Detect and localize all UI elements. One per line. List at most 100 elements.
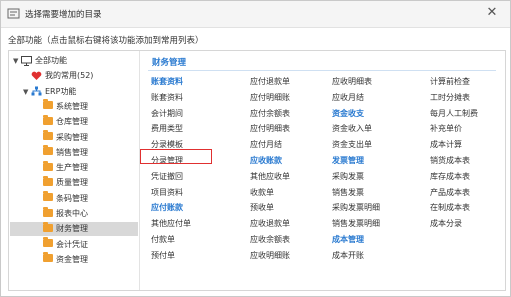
function-item[interactable]: 应付退款单 xyxy=(250,75,290,89)
tree-node-label: 财务管理 xyxy=(56,224,88,234)
function-item[interactable]: 成本计算 xyxy=(430,138,462,152)
function-item[interactable]: 应收明细表 xyxy=(332,75,372,89)
tree-node-module[interactable]: 生产管理 xyxy=(35,160,88,175)
expand-toggle-icon[interactable]: ▼ xyxy=(13,54,21,68)
tree-node-module[interactable]: 财务管理 xyxy=(35,221,88,236)
tree-node-label: 条码管理 xyxy=(56,193,88,203)
monitor-icon xyxy=(21,55,32,66)
function-item[interactable]: 销售发票明细 xyxy=(332,217,380,231)
function-item[interactable]: 销货成本表 xyxy=(430,154,470,168)
dialog-window: 选择需要增加的目录 ✕ 全部功能（点击鼠标右键将该功能添加到常用列表） ▼ 全部功… xyxy=(0,0,511,297)
folder-icon xyxy=(43,206,53,217)
function-item[interactable]: 费用类型 xyxy=(151,122,183,136)
function-item[interactable]: 账套资料 xyxy=(151,91,183,105)
tree-node-label: 报表中心 xyxy=(56,209,88,218)
function-item[interactable]: 采购发票 xyxy=(332,170,364,184)
tree-node-erp[interactable]: ▼ ERP功能 xyxy=(23,85,76,99)
tree-node-label: 采购管理 xyxy=(56,132,88,142)
tree-node-label: 我的常用(52) xyxy=(45,71,94,81)
function-content: 财务管理 账套资料 账套资料 会计期间 费用类型 分录模板 分录管理 凭证撤回 项目资料 应付账… xyxy=(140,51,504,290)
folder-icon xyxy=(43,145,53,156)
tree-node-label: ERP功能 xyxy=(45,86,77,96)
group-header: 资金收支 xyxy=(332,108,364,118)
function-item[interactable]: 其他应收单 xyxy=(250,170,290,184)
function-item[interactable]: 应收退款单 xyxy=(250,217,290,231)
heart-icon xyxy=(31,71,42,80)
function-item[interactable]: 成本开账 xyxy=(332,249,364,263)
tree-node-label: 系统管理 xyxy=(56,101,88,111)
function-item[interactable]: 项目资料 xyxy=(151,186,183,200)
window-icon xyxy=(7,8,20,19)
tree-node-label: 销售管理 xyxy=(56,147,88,157)
tree-node-module[interactable]: 销售管理 xyxy=(35,145,88,160)
tree-node-module[interactable]: 报表中心 xyxy=(35,206,88,221)
function-item[interactable]: 工时分摊表 xyxy=(430,91,470,105)
tree-node-label: 生产管理 xyxy=(56,163,88,173)
tree-node-favorites[interactable]: 我的常用(52) xyxy=(23,69,93,83)
function-item[interactable]: 应收余额表 xyxy=(250,233,290,247)
function-item[interactable]: 收款单 xyxy=(250,186,274,200)
function-item[interactable]: 付款单 xyxy=(151,233,175,247)
function-item[interactable]: 成本分录 xyxy=(430,217,462,231)
tree-node-all-functions[interactable]: ▼ 全部功能 xyxy=(13,54,67,68)
function-item[interactable]: 在制成本表 xyxy=(430,201,470,215)
function-item[interactable]: 每月人工制费 xyxy=(430,107,478,121)
tree-node-module[interactable]: 条码管理 xyxy=(35,191,88,206)
window-title: 选择需要增加的目录 xyxy=(25,10,102,20)
function-tree: ▼ 全部功能我的常用(52) ▼ ERP功能系统管理仓库管理采购管理销售管理生产管理质… xyxy=(9,51,140,290)
function-item[interactable]: 销售发票 xyxy=(332,186,364,200)
expand-toggle-icon[interactable]: ▼ xyxy=(23,85,31,99)
folder-icon xyxy=(43,221,53,232)
function-item[interactable]: 采购发票明细 xyxy=(332,201,380,215)
group-header: 应收账款 xyxy=(250,156,282,165)
tree-node-label: 仓库管理 xyxy=(56,117,88,127)
tree-node-label: 资金管理 xyxy=(56,254,88,264)
folder-icon xyxy=(43,114,53,125)
folder-icon xyxy=(43,175,53,186)
selected-item-highlight xyxy=(140,149,212,164)
function-item[interactable]: 应收明细账 xyxy=(250,249,290,263)
function-item[interactable]: 预收单 xyxy=(250,201,274,215)
function-item[interactable]: 资金支出单 xyxy=(332,138,372,152)
folder-icon xyxy=(43,99,53,110)
function-item[interactable]: 会计期间 xyxy=(151,107,183,121)
function-item[interactable]: 库存成本表 xyxy=(430,170,470,184)
tree-node-module[interactable]: 质量管理 xyxy=(35,175,88,190)
function-item[interactable]: 应付月结 xyxy=(250,138,282,152)
function-item[interactable]: 应付明细表 xyxy=(250,122,290,136)
section-divider xyxy=(148,70,496,71)
function-item[interactable]: 其他应付单 xyxy=(151,217,191,231)
function-item[interactable]: 计算前检查 xyxy=(430,75,470,89)
tree-node-label: 会计凭证 xyxy=(56,239,88,249)
tree-node-label: 质量管理 xyxy=(56,178,88,188)
folder-icon xyxy=(43,252,53,263)
group-header: 成本管理 xyxy=(332,235,364,244)
function-item[interactable]: 预付单 xyxy=(151,249,175,263)
tree-node-label: 全部功能 xyxy=(35,56,67,65)
group-header: 账套资料 xyxy=(151,77,183,86)
group-header: 发票管理 xyxy=(332,156,364,165)
function-item[interactable]: 资金收入单 xyxy=(332,122,372,136)
tree-node-module[interactable]: 会计凭证 xyxy=(35,237,88,252)
function-item[interactable]: 应收月结 xyxy=(332,91,364,105)
folder-icon xyxy=(43,130,53,140)
tree-node-module[interactable]: 仓库管理 xyxy=(35,114,88,129)
function-item[interactable]: 凭证撤回 xyxy=(151,170,183,184)
folder-icon xyxy=(43,237,53,248)
group-header: 应付账款 xyxy=(151,203,183,213)
tree-node-module[interactable]: 资金管理 xyxy=(35,252,88,267)
close-button[interactable]: ✕ xyxy=(484,5,500,21)
function-item[interactable]: 应付明细账 xyxy=(250,91,290,105)
tree-node-module[interactable]: 系统管理 xyxy=(35,99,88,114)
function-item[interactable]: 补充单价 xyxy=(430,122,462,136)
org-chart-icon xyxy=(31,86,42,96)
section-title: 财务管理 xyxy=(152,58,187,68)
function-panel: ▼ 全部功能我的常用(52) ▼ ERP功能系统管理仓库管理采购管理销售管理生产管理质… xyxy=(8,50,506,291)
tree-node-module[interactable]: 采购管理 xyxy=(35,130,88,145)
hint-text: 全部功能（点击鼠标右键将该功能添加到常用列表） xyxy=(8,36,204,46)
title-bar: 选择需要增加的目录 ✕ xyxy=(1,1,510,28)
folder-icon xyxy=(43,191,53,202)
function-item[interactable]: 产品成本表 xyxy=(430,186,470,200)
function-item[interactable]: 应付余额表 xyxy=(250,107,290,121)
folder-icon xyxy=(43,160,53,171)
